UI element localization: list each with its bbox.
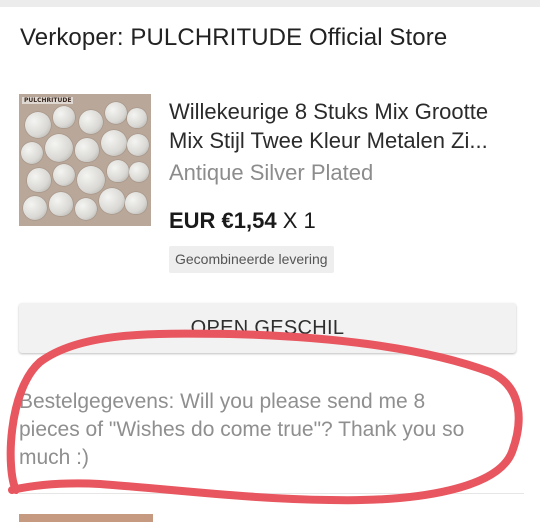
open-dispute-button[interactable]: OPEN GESCHIL [19,303,516,353]
product-quantity: X 1 [282,208,316,233]
shipping-badge: Gecombineerde levering [169,246,334,273]
pendant-shape [75,138,99,162]
product-thumbnail[interactable]: PULCHRITUDE [19,94,151,226]
pendant-shape [53,106,75,128]
product-title-line-2: Mix Stijl Twee Kleur Metalen Zi... [169,128,488,153]
pendant-shape [101,130,127,156]
section-divider [19,493,524,494]
thumbnail-brand-text: PULCHRITUDE [22,97,74,104]
product-title[interactable]: Willekeurige 8 Stuks Mix Grootte Mix Sti… [169,97,529,155]
pendant-shape [49,192,73,216]
pendant-shape [99,188,125,214]
pendant-shape [27,168,51,192]
pendant-shape [127,108,147,128]
pendant-shape [77,166,105,194]
pendant-shape [45,134,73,162]
pendant-shape [125,192,147,214]
product-title-line-1: Willekeurige 8 Stuks Mix Grootte [169,99,489,124]
pendant-shape [21,142,43,164]
pendant-shape [105,102,127,124]
next-product-thumbnail[interactable] [19,514,153,522]
product-price: EUR €1,54 [169,208,277,233]
pendant-shape [25,112,51,138]
pendant-shape [79,110,103,134]
product-variant: Antique Silver Plated [169,160,374,185]
pendant-shape [53,164,75,186]
top-divider-strip [0,0,540,7]
pendant-shape [129,162,149,182]
pendant-shape [107,160,129,182]
pendant-shape [127,134,149,156]
price-row: EUR €1,54 X 1 [169,208,316,234]
seller-name[interactable]: Verkoper: PULCHRITUDE Official Store [20,24,447,52]
order-details-note: Bestelgegevens: Will you please send me … [19,390,465,469]
pendant-shape [75,198,97,220]
pendant-shape [23,196,47,220]
